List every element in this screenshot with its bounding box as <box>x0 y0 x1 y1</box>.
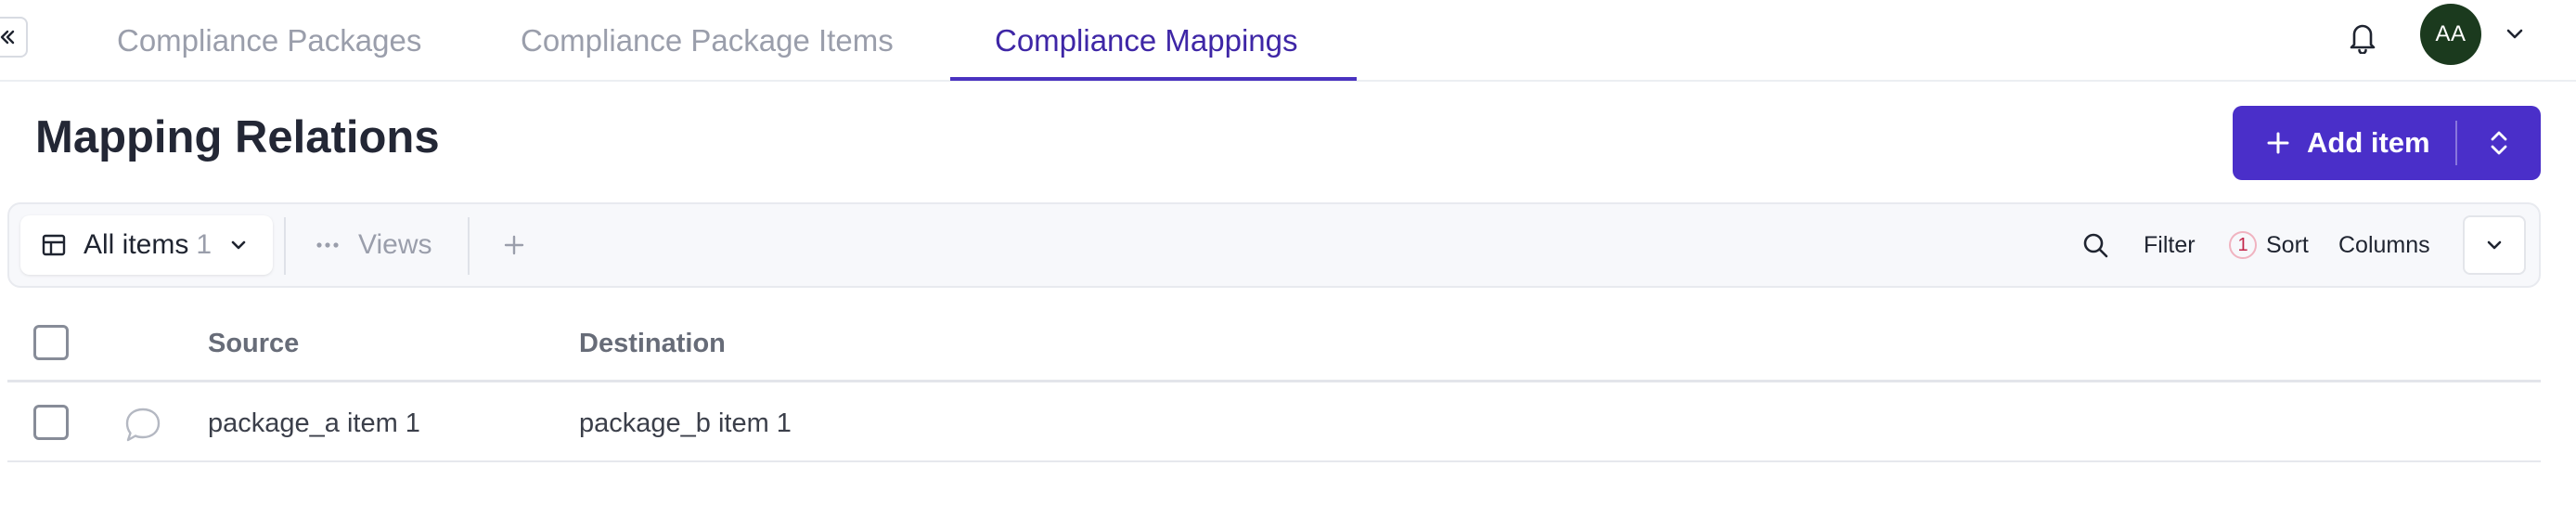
tab-label: Compliance Mappings <box>995 23 1298 58</box>
toolbar-divider <box>468 217 470 275</box>
comment-bubble-icon[interactable] <box>122 405 163 446</box>
view-item-count: 1 <box>196 229 213 260</box>
filter-button[interactable]: Filter <box>2144 215 2196 275</box>
search-button[interactable] <box>2080 215 2110 275</box>
columns-label: Columns <box>2338 231 2430 258</box>
chevrons-up-down-icon <box>2491 131 2507 155</box>
destination-cell: package_b item 1 <box>579 408 792 438</box>
table-grid-icon <box>42 234 66 256</box>
app-page: Compliance Packages Compliance Package I… <box>0 0 2576 518</box>
tab-compliance-mappings[interactable]: Compliance Mappings <box>995 0 1298 82</box>
chevron-down-icon <box>2506 29 2523 39</box>
plus-icon <box>2267 132 2289 154</box>
source-cell: package_a item 1 <box>208 408 420 438</box>
top-nav-bar: Compliance Packages Compliance Package I… <box>0 0 2576 82</box>
collapse-chevrons-icon <box>0 30 15 45</box>
add-item-options-button[interactable] <box>2457 106 2541 180</box>
column-header-source[interactable]: Source <box>208 329 299 359</box>
notifications-button[interactable] <box>2342 17 2383 58</box>
collapse-sidebar-button[interactable] <box>0 17 28 58</box>
sort-count-badge: 1 <box>2229 231 2257 259</box>
tab-compliance-package-items[interactable]: Compliance Package Items <box>521 0 894 82</box>
view-selector[interactable]: All items 1 <box>20 215 273 275</box>
views-label: Views <box>358 229 432 260</box>
view-toolbar: All items 1 Views Filter 1 Sort Columns <box>7 202 2541 288</box>
search-icon <box>2083 233 2108 258</box>
sort-label: Sort <box>2266 231 2309 258</box>
sort-button[interactable]: 1 Sort <box>2229 215 2309 275</box>
chevron-down-icon <box>2487 240 2502 250</box>
add-item-split-button: Add item <box>2233 106 2541 180</box>
add-view-button[interactable] <box>497 228 531 262</box>
toolbar-more-button[interactable] <box>2463 215 2526 275</box>
add-item-label: Add item <box>2307 126 2430 159</box>
ellipsis-icon <box>316 242 339 248</box>
filter-label: Filter <box>2144 231 2196 258</box>
views-button[interactable]: Views <box>316 215 431 275</box>
user-avatar[interactable]: AA <box>2420 4 2481 65</box>
tab-label: Compliance Package Items <box>521 23 894 58</box>
avatar-initials: AA <box>2435 21 2467 46</box>
toolbar-divider <box>284 217 286 275</box>
tab-compliance-packages[interactable]: Compliance Packages <box>117 0 421 82</box>
page-title: Mapping Relations <box>35 112 440 162</box>
chevron-down-icon <box>231 240 246 250</box>
active-tab-indicator <box>950 77 1357 81</box>
plus-icon <box>504 235 524 255</box>
table-header: Source Destination <box>7 303 2541 382</box>
select-all-checkbox[interactable] <box>33 325 69 360</box>
row-checkbox[interactable] <box>33 405 69 440</box>
bell-icon <box>2350 24 2376 54</box>
view-name: All items <box>84 229 189 260</box>
tab-label: Compliance Packages <box>117 23 422 58</box>
column-header-destination[interactable]: Destination <box>579 329 726 359</box>
columns-button[interactable]: Columns <box>2338 215 2430 275</box>
add-item-button[interactable]: Add item <box>2233 106 2455 180</box>
account-menu-button[interactable] <box>2500 19 2530 48</box>
table-row[interactable]: package_a item 1 package_b item 1 <box>7 384 2541 462</box>
